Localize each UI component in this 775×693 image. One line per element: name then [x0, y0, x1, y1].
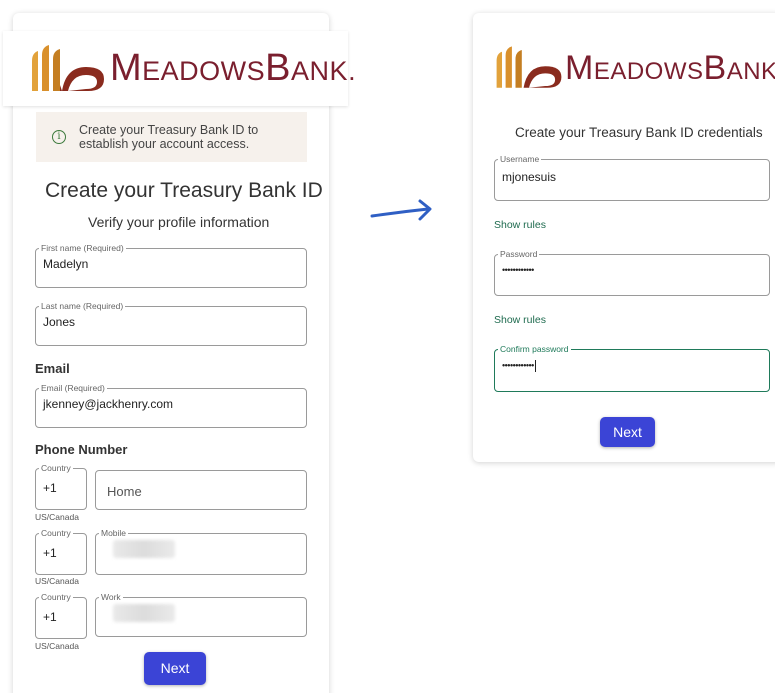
meadows-bank-logo: MEADOWSBANK.	[493, 36, 775, 100]
show-rules-link[interactable]: Show rules	[494, 219, 546, 231]
country-code-select[interactable]: Country +1	[35, 529, 87, 575]
phone-heading: Phone Number	[35, 442, 128, 457]
logo-wordmark: MEADOWSBANK.	[565, 48, 775, 87]
username-field[interactable]: Username mjonesuis	[494, 155, 770, 201]
text-caret	[534, 360, 536, 372]
last-name-field[interactable]: Last name (Required) Jones	[35, 302, 307, 346]
country-code-select[interactable]: Country +1	[35, 464, 87, 510]
show-rules-link[interactable]: Show rules	[494, 314, 546, 326]
next-button[interactable]: Next	[600, 417, 655, 447]
credentials-title: Create your Treasury Bank ID credentials	[515, 125, 763, 140]
info-icon: i	[52, 130, 66, 144]
country-hint: US/Canada	[35, 512, 79, 522]
work-phone-field[interactable]: Work	[95, 593, 307, 637]
country-hint: US/Canada	[35, 641, 79, 651]
next-button[interactable]: Next	[144, 652, 206, 685]
logo-wordmark: MEADOWSBANK.	[110, 47, 357, 89]
redacted-work-number	[113, 604, 175, 622]
arrow-right-icon	[370, 199, 432, 221]
info-banner: i Create your Treasury Bank ID to establ…	[36, 112, 307, 162]
email-heading: Email	[35, 361, 70, 376]
bank-mark-icon	[32, 44, 104, 91]
username-value: mjonesuis	[502, 170, 557, 184]
page-title: Create your Treasury Bank ID	[45, 179, 323, 202]
info-text: Create your Treasury Bank ID to establis…	[79, 123, 259, 151]
page-subtitle: Verify your profile information	[88, 214, 270, 230]
confirm-password-field[interactable]: Confirm password ••••••••••••	[494, 345, 770, 392]
email-field[interactable]: Email (Required) jkenney@jackhenry.com	[35, 384, 307, 428]
bank-mark-icon	[496, 46, 562, 88]
password-value: ••••••••••••	[502, 265, 534, 275]
country-code-select[interactable]: Country +1	[35, 593, 87, 639]
confirm-password-value: ••••••••••••	[502, 360, 534, 371]
first-name-value: Madelyn	[43, 257, 89, 271]
last-name-value: Jones	[43, 315, 76, 329]
mobile-phone-field[interactable]: Mobile	[95, 529, 307, 575]
password-field[interactable]: Password ••••••••••••	[494, 250, 770, 296]
email-value: jkenney@jackhenry.com	[43, 397, 174, 411]
first-name-field[interactable]: First name (Required) Madelyn	[35, 244, 307, 288]
meadows-bank-logo: MEADOWSBANK.	[3, 31, 356, 106]
country-hint: US/Canada	[35, 576, 79, 586]
redacted-mobile-number	[113, 540, 175, 558]
home-phone-field[interactable]: Home	[95, 470, 307, 510]
